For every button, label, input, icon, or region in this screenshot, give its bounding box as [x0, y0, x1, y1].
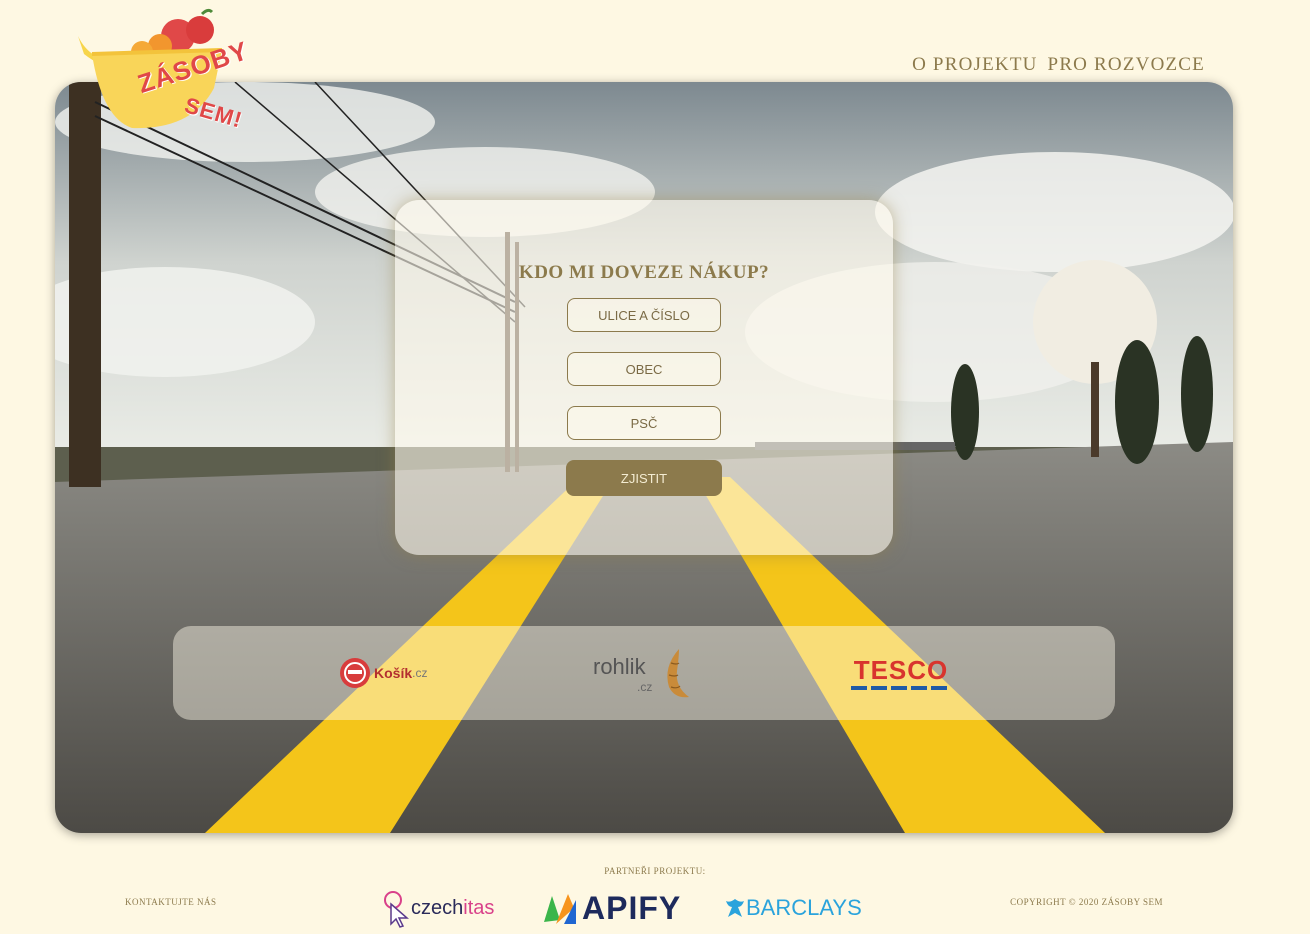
contact-link[interactable]: KONTAKTUJTE NÁS — [125, 897, 217, 907]
czechitas-name: czech — [411, 896, 464, 919]
shop-kosik[interactable]: Košík .cz — [339, 644, 427, 702]
city-input[interactable] — [567, 352, 721, 386]
kosik-suffix: .cz — [412, 666, 428, 680]
top-nav: O PROJEKTU PRO ROZVOZCE — [912, 54, 1205, 76]
find-button[interactable]: ZJISTIT — [566, 460, 722, 496]
rohlik-name: rohlik — [593, 654, 646, 679]
barclays-eagle-icon — [726, 899, 744, 917]
shops-strip: Košík .cz rohlik .cz TESCO — [173, 626, 1115, 720]
kosik-name: Košík — [374, 665, 413, 681]
delivery-search-form: KDO MI DOVEZE NÁKUP? ZJISTIT — [395, 200, 893, 555]
tesco-name: TESCO — [853, 654, 949, 685]
form-title: KDO MI DOVEZE NÁKUP? — [518, 262, 770, 283]
apify-name: APIFY — [582, 889, 682, 926]
nav-about-project[interactable]: O PROJEKTU — [912, 54, 1037, 76]
czechitas-cursor-icon — [384, 891, 409, 928]
partner-barclays[interactable]: BARCLAYS — [724, 886, 862, 930]
apify-logo-icon — [544, 894, 576, 924]
partners-label: PARTNEŘI PROJEKTU: — [604, 866, 706, 876]
shop-rohlik[interactable]: rohlik .cz — [593, 644, 691, 702]
hero-section: KDO MI DOVEZE NÁKUP? ZJISTIT Košík .cz r… — [55, 82, 1233, 833]
partner-apify[interactable]: APIFY — [542, 886, 681, 930]
czechitas-accent: itas — [463, 896, 495, 919]
nav-for-couriers[interactable]: PRO ROZVOZCE — [1048, 54, 1205, 76]
copyright-text: COPYRIGHT © 2020 ZÁSOBY SEM — [1010, 897, 1163, 907]
partner-czechitas[interactable]: czech itas — [383, 886, 494, 930]
site-logo[interactable]: ZÁSOBY SEM! — [72, 6, 272, 136]
rohlik-suffix: .cz — [637, 680, 653, 694]
croissant-icon — [667, 649, 689, 698]
barclays-name: BARCLAYS — [746, 895, 862, 920]
street-input[interactable] — [567, 298, 721, 332]
kosik-cart-icon — [340, 658, 370, 688]
zip-input[interactable] — [567, 406, 721, 440]
shop-tesco[interactable]: TESCO — [851, 644, 951, 702]
tesco-stripes-icon — [851, 685, 947, 690]
